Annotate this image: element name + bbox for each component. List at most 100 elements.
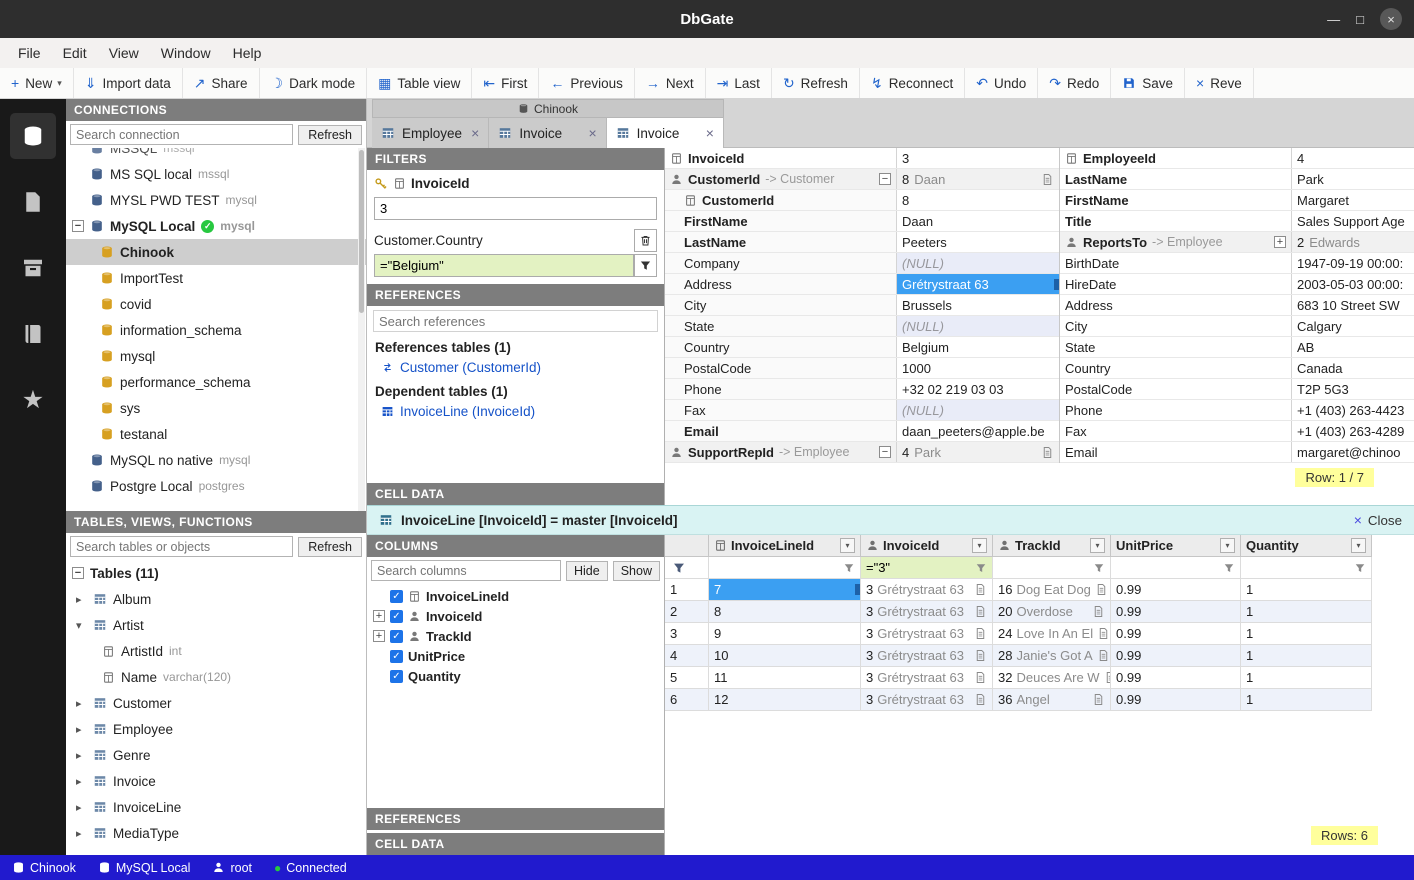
grid-cell[interactable]: 28Janie's Got A bbox=[993, 645, 1111, 667]
form-field-value[interactable]: 8 bbox=[897, 190, 1059, 210]
checkbox-checked[interactable]: ✓ bbox=[390, 610, 403, 623]
filter-input[interactable] bbox=[866, 560, 971, 575]
grid-cell[interactable]: 1 bbox=[1241, 645, 1372, 667]
grid-filter-trackid[interactable] bbox=[993, 557, 1111, 579]
tables-root[interactable]: −Tables (11) bbox=[66, 560, 366, 586]
grid-cell[interactable]: 11 bbox=[709, 667, 861, 689]
grid-column-header-unitprice[interactable]: UnitPrice▾ bbox=[1111, 535, 1241, 557]
form-field-value[interactable]: Park bbox=[1292, 169, 1414, 189]
reference-link-invoiceline-invoiceid[interactable]: InvoiceLine (InvoiceId) bbox=[367, 401, 664, 422]
close-icon[interactable]: × bbox=[1380, 8, 1402, 30]
chevron-right-icon[interactable]: ▸ bbox=[76, 749, 87, 762]
form-field-value[interactable]: 683 10 Street SW bbox=[1292, 295, 1414, 315]
form-field-value[interactable]: +1 (403) 263-4289 bbox=[1292, 421, 1414, 441]
grid-cell[interactable]: 9 bbox=[709, 623, 861, 645]
expand-icon[interactable]: + bbox=[373, 630, 385, 642]
grid-column-header-quantity[interactable]: Quantity▾ bbox=[1241, 535, 1372, 557]
database-item-testanal[interactable]: testanal bbox=[66, 421, 366, 447]
rail-archive-button[interactable] bbox=[10, 245, 56, 291]
menu-view[interactable]: View bbox=[99, 41, 149, 65]
form-field-value[interactable]: 4 bbox=[1292, 148, 1414, 168]
hide-columns-button[interactable]: Hide bbox=[566, 561, 608, 581]
filter-input[interactable] bbox=[998, 560, 1089, 575]
menu-edit[interactable]: Edit bbox=[53, 41, 97, 65]
filter-input[interactable] bbox=[1116, 560, 1219, 575]
grid-cell[interactable]: 3Grétrystraat 63 bbox=[861, 689, 993, 711]
grid-cell[interactable]: 1 bbox=[1241, 623, 1372, 645]
grid-cell[interactable]: 7 bbox=[709, 579, 861, 601]
toolbar-button-import-data[interactable]: ⇓Import data bbox=[74, 68, 183, 98]
column-item-name[interactable]: Namevarchar(120) bbox=[66, 664, 366, 690]
column-menu-button[interactable]: ▾ bbox=[1351, 538, 1366, 553]
connection-item-mysql-local[interactable]: −MySQL Local✓mysql bbox=[66, 213, 366, 239]
form-field-value[interactable]: 8Daan bbox=[897, 169, 1059, 189]
grid-cell[interactable]: 32Deuces Are W bbox=[993, 667, 1111, 689]
toolbar-button-save[interactable]: Save bbox=[1111, 68, 1185, 98]
toolbar-button-reve[interactable]: ×Reve bbox=[1185, 68, 1254, 98]
grid-cell[interactable]: 0.99 bbox=[1111, 579, 1241, 601]
toolbar-button-share[interactable]: ↗Share bbox=[183, 68, 260, 98]
form-field-value[interactable]: (NULL) bbox=[897, 316, 1059, 336]
table-item-invoice[interactable]: ▸Invoice bbox=[66, 768, 366, 794]
grid-cell[interactable]: 1 bbox=[1241, 689, 1372, 711]
table-item-employee[interactable]: ▸Employee bbox=[66, 716, 366, 742]
column-toggle-invoicelineid[interactable]: ✓InvoiceLineId bbox=[367, 586, 664, 606]
form-field-value[interactable]: Belgium bbox=[897, 337, 1059, 357]
toolbar-button-first[interactable]: ⇤First bbox=[472, 68, 539, 98]
form-field-value[interactable]: Daan bbox=[897, 211, 1059, 231]
grid-cell[interactable]: 3Grétrystraat 63 bbox=[861, 623, 993, 645]
form-field-value[interactable]: 3 bbox=[897, 148, 1059, 168]
refresh-tables-button[interactable]: Refresh bbox=[298, 537, 362, 557]
grid-cell[interactable]: 3Grétrystraat 63 bbox=[861, 667, 993, 689]
table-item-artist[interactable]: ▾Artist bbox=[66, 612, 366, 638]
table-item-album[interactable]: ▸Album bbox=[66, 586, 366, 612]
grid-cell[interactable]: 24Love In An El bbox=[993, 623, 1111, 645]
grid-cell[interactable]: 8 bbox=[709, 601, 861, 623]
checkbox-checked[interactable]: ✓ bbox=[390, 670, 403, 683]
filter-input[interactable] bbox=[714, 560, 839, 575]
column-toggle-quantity[interactable]: ✓Quantity bbox=[367, 666, 664, 686]
grid-cell[interactable]: 0.99 bbox=[1111, 623, 1241, 645]
close-icon[interactable]: × bbox=[588, 125, 596, 141]
form-field-value[interactable]: T2P 5G3 bbox=[1292, 379, 1414, 399]
toolbar-button-new[interactable]: +New▾ bbox=[0, 68, 74, 98]
toolbar-button-refresh[interactable]: ↻Refresh bbox=[772, 68, 860, 98]
database-item-chinook[interactable]: Chinook bbox=[66, 239, 366, 265]
collapse-icon[interactable]: − bbox=[72, 567, 84, 579]
grid-cell[interactable]: 12 bbox=[709, 689, 861, 711]
form-field-value[interactable]: AB bbox=[1292, 337, 1414, 357]
search-columns-input[interactable] bbox=[371, 560, 561, 581]
search-tables-input[interactable] bbox=[70, 536, 293, 557]
form-field-value[interactable]: (NULL) bbox=[897, 400, 1059, 420]
connections-scrollbar[interactable] bbox=[358, 148, 365, 511]
grid-cell[interactable]: 16Dog Eat Dog bbox=[993, 579, 1111, 601]
tab-employee-0[interactable]: Employee× bbox=[372, 117, 489, 148]
database-item-sys[interactable]: sys bbox=[66, 395, 366, 421]
chevron-right-icon[interactable]: ▸ bbox=[76, 801, 87, 814]
grid-filter-invoicelineid[interactable] bbox=[709, 557, 861, 579]
form-field-value[interactable]: +32 02 219 03 03 bbox=[897, 379, 1059, 399]
column-item-artistid[interactable]: ArtistIdint bbox=[66, 638, 366, 664]
table-item-genre[interactable]: ▸Genre bbox=[66, 742, 366, 768]
close-detail-button[interactable]: × Close bbox=[1354, 512, 1402, 528]
scrollbar-thumb[interactable] bbox=[359, 150, 364, 313]
checkbox-checked[interactable]: ✓ bbox=[390, 590, 403, 603]
expand-icon[interactable]: + bbox=[1274, 236, 1286, 248]
reference-link-customer-customerid[interactable]: Customer (CustomerId) bbox=[367, 357, 664, 378]
form-field-value[interactable]: Sales Support Age bbox=[1292, 211, 1414, 231]
table-item-invoiceline[interactable]: ▸InvoiceLine bbox=[66, 794, 366, 820]
minimize-icon[interactable]: — bbox=[1327, 12, 1340, 27]
form-field-value[interactable]: Grétrystraat 63 bbox=[897, 274, 1059, 294]
form-field-value[interactable]: daan_peeters@apple.be bbox=[897, 421, 1059, 441]
toolbar-button-redo[interactable]: ↷Redo bbox=[1038, 68, 1111, 98]
filter-menu-button[interactable] bbox=[634, 254, 657, 277]
grid-column-header-invoicelineid[interactable]: InvoiceLineId▾ bbox=[709, 535, 861, 557]
column-toggle-unitprice[interactable]: ✓UnitPrice bbox=[367, 646, 664, 666]
grid-column-header-invoiceid[interactable]: InvoiceId▾ bbox=[861, 535, 993, 557]
form-field-value[interactable]: 4Park bbox=[897, 442, 1059, 462]
toolbar-button-reconnect[interactable]: ↯Reconnect bbox=[860, 68, 965, 98]
search-references-input[interactable] bbox=[373, 310, 658, 332]
search-connection-input[interactable] bbox=[70, 124, 293, 145]
connection-item-mysl-pwd-test[interactable]: MYSL PWD TESTmysql bbox=[66, 187, 366, 213]
maximize-icon[interactable]: □ bbox=[1356, 12, 1364, 27]
